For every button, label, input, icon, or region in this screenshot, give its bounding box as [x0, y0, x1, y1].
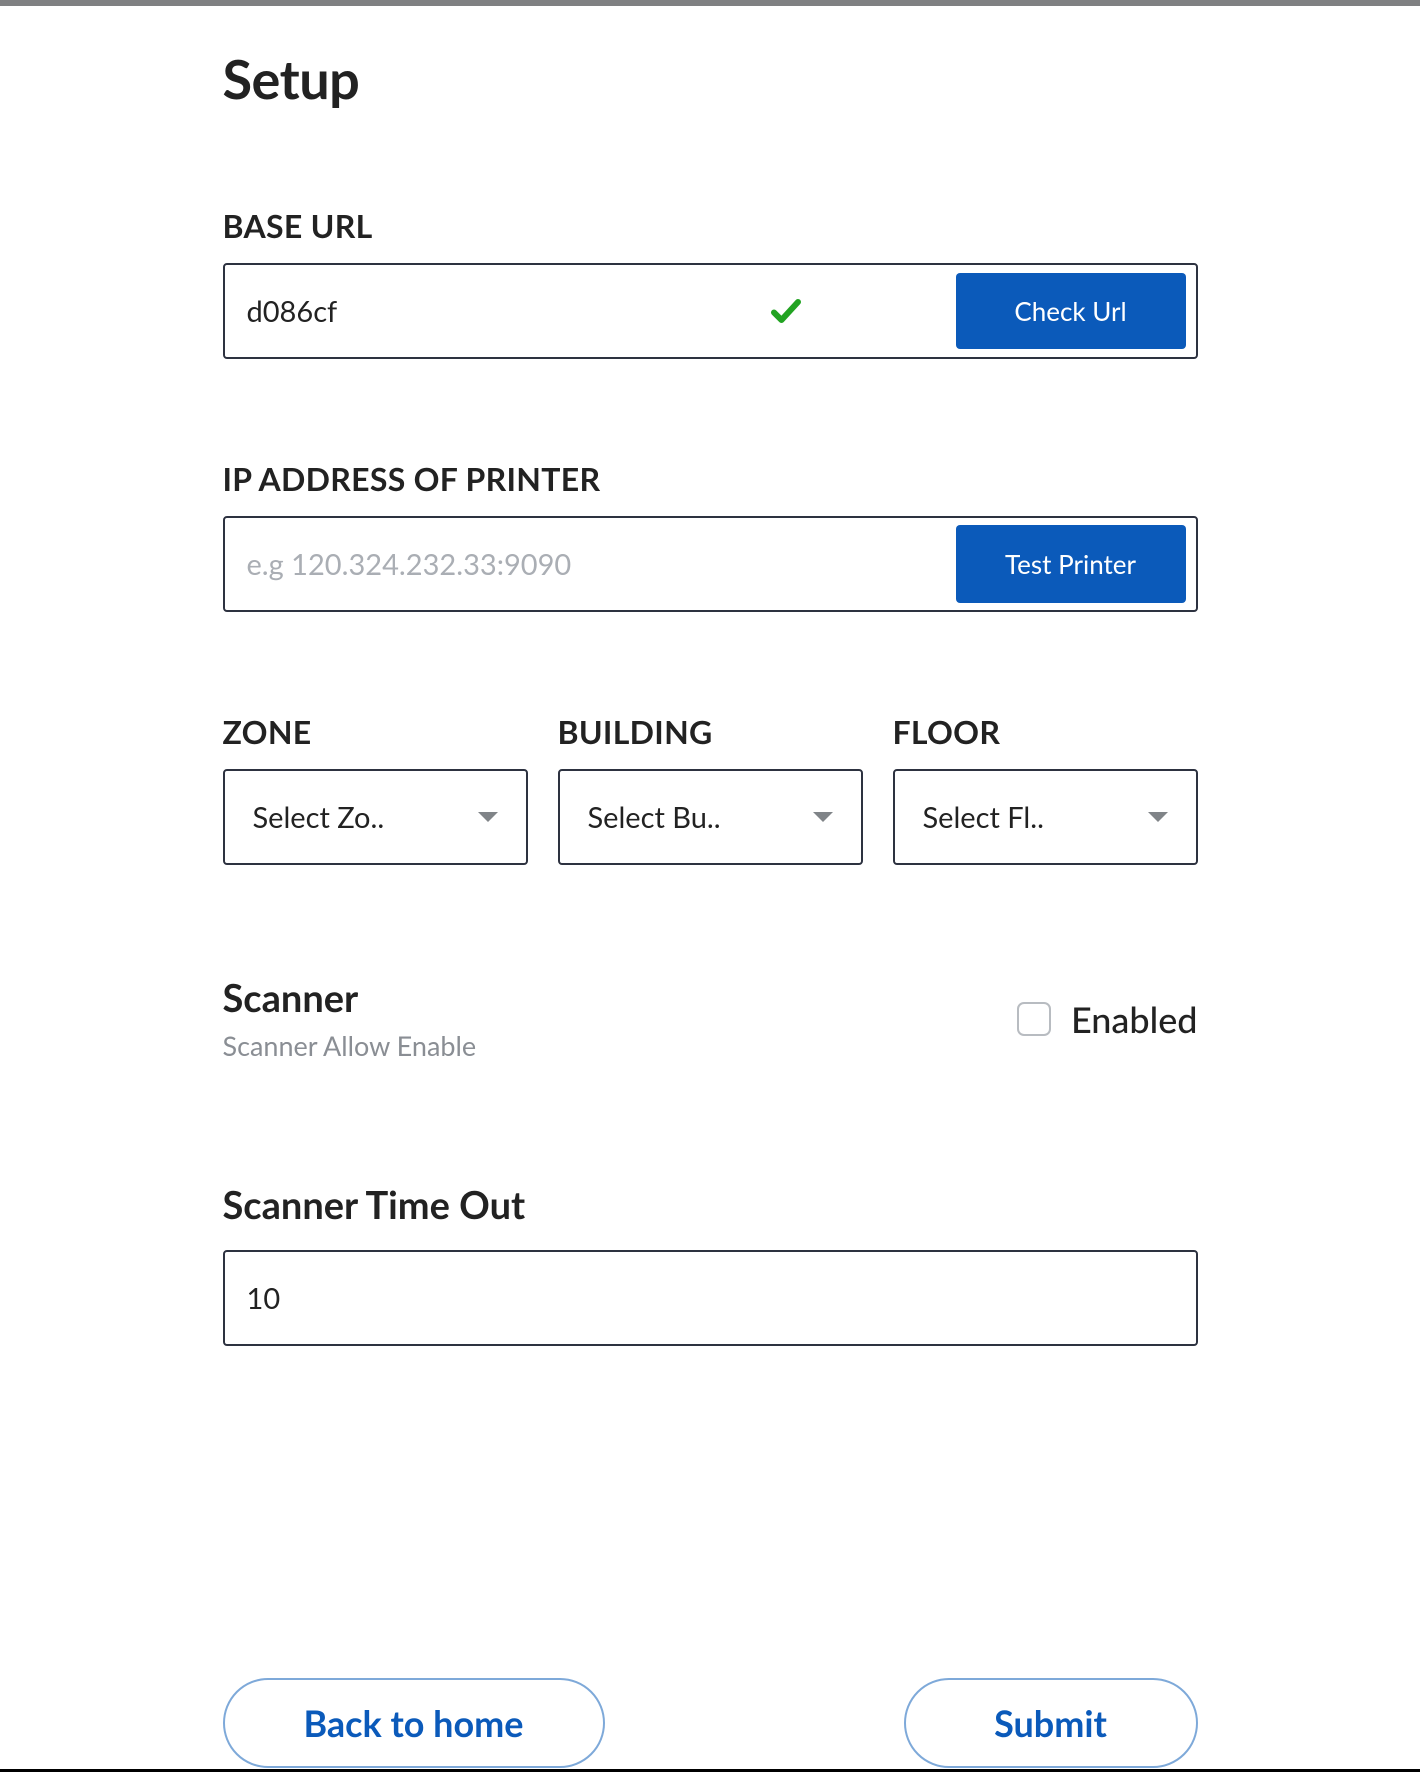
floor-label: FLOOR: [893, 712, 1198, 751]
chevron-down-icon: [813, 812, 833, 822]
scanner-subtitle: Scanner Allow Enable: [223, 1029, 477, 1062]
submit-button[interactable]: Submit: [904, 1678, 1198, 1768]
base-url-section: BASE URL Check Url: [223, 206, 1198, 359]
printer-ip-input[interactable]: [247, 547, 956, 582]
scanner-text: Scanner Scanner Allow Enable: [223, 975, 477, 1062]
floor-selected-text: Select Fl..: [923, 800, 1044, 835]
timeout-input[interactable]: [223, 1250, 1198, 1346]
scanner-section: Scanner Scanner Allow Enable Enabled: [223, 975, 1198, 1062]
scanner-title: Scanner: [223, 975, 477, 1021]
scanner-toggle: Enabled: [1017, 997, 1198, 1041]
building-selected-text: Select Bu..: [588, 800, 721, 835]
check-url-button[interactable]: Check Url: [956, 273, 1186, 349]
chevron-down-icon: [1148, 812, 1168, 822]
base-url-row: Check Url: [223, 263, 1198, 359]
setup-form: Setup BASE URL Check Url IP ADDRESS OF P…: [223, 6, 1198, 1772]
base-url-input[interactable]: [247, 294, 756, 329]
building-label: BUILDING: [558, 712, 863, 751]
building-select[interactable]: Select Bu..: [558, 769, 863, 865]
zone-col: ZONE Select Zo..: [223, 712, 528, 865]
scanner-enabled-label: Enabled: [1071, 997, 1198, 1041]
page-title: Setup: [223, 46, 1198, 111]
floor-col: FLOOR Select Fl..: [893, 712, 1198, 865]
test-printer-button[interactable]: Test Printer: [956, 525, 1186, 603]
printer-ip-label: IP ADDRESS OF PRINTER: [223, 459, 1198, 498]
printer-ip-row: Test Printer: [223, 516, 1198, 612]
printer-ip-section: IP ADDRESS OF PRINTER Test Printer: [223, 459, 1198, 612]
zone-selected-text: Select Zo..: [253, 800, 385, 835]
timeout-section: Scanner Time Out: [223, 1182, 1198, 1346]
check-icon: [756, 293, 816, 329]
back-to-home-button[interactable]: Back to home: [223, 1678, 605, 1768]
zone-select[interactable]: Select Zo..: [223, 769, 528, 865]
zone-label: ZONE: [223, 712, 528, 751]
bottom-buttons: Back to home Submit: [223, 1678, 1198, 1772]
floor-select[interactable]: Select Fl..: [893, 769, 1198, 865]
timeout-label: Scanner Time Out: [223, 1182, 1198, 1228]
base-url-label: BASE URL: [223, 206, 1198, 245]
location-selects: ZONE Select Zo.. BUILDING Select Bu.. FL…: [223, 712, 1198, 865]
scanner-enabled-checkbox[interactable]: [1017, 1002, 1051, 1036]
chevron-down-icon: [478, 812, 498, 822]
building-col: BUILDING Select Bu..: [558, 712, 863, 865]
